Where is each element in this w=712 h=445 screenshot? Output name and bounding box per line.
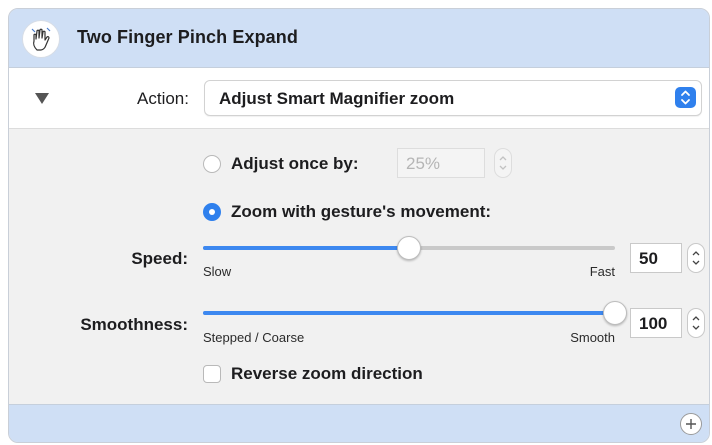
smoothness-label: Smoothness:	[80, 315, 188, 334]
smoothness-slider-thumb[interactable]	[603, 301, 627, 325]
speed-slider-fill	[203, 246, 409, 250]
speed-value: 50	[639, 249, 658, 268]
smoothness-min-label: Stepped / Coarse	[203, 330, 305, 345]
gesture-panel: Two Finger Pinch Expand Action: Adjust S…	[8, 8, 710, 443]
speed-field[interactable]: 50	[630, 243, 682, 273]
speed-min-label: Slow	[203, 264, 232, 279]
action-selected-value: Adjust Smart Magnifier zoom	[219, 89, 455, 108]
action-row: Action: Adjust Smart Magnifier zoom	[9, 68, 709, 129]
smoothness-field[interactable]: 100	[630, 308, 682, 338]
gesture-header[interactable]: Two Finger Pinch Expand	[9, 9, 709, 68]
adjust-once-stepper[interactable]	[494, 148, 512, 178]
smoothness-slider-track[interactable]	[203, 311, 615, 315]
reverse-zoom-checkbox[interactable]	[203, 365, 221, 383]
adjust-once-value: 25%	[406, 154, 441, 173]
disclosure-triangle-icon[interactable]	[35, 93, 49, 104]
action-label: Action:	[137, 89, 189, 108]
reverse-zoom-label: Reverse zoom direction	[231, 364, 423, 383]
gesture-title: Two Finger Pinch Expand	[77, 27, 298, 47]
smoothness-stepper[interactable]	[687, 308, 705, 338]
panel-footer	[9, 404, 709, 442]
action-popup[interactable]: Adjust Smart Magnifier zoom	[204, 80, 702, 116]
speed-slider-thumb[interactable]	[397, 236, 421, 260]
plus-icon[interactable]	[680, 413, 702, 435]
smoothness-max-label: Smooth	[570, 330, 615, 345]
smoothness-value: 100	[639, 314, 668, 333]
hand-pinch-icon	[22, 20, 60, 58]
speed-label: Speed:	[131, 249, 188, 268]
adjust-once-field[interactable]: 25%	[397, 148, 485, 178]
smoothness-slider-fill	[203, 311, 615, 315]
speed-max-label: Fast	[589, 264, 615, 279]
adjust-once-label: Adjust once by:	[231, 154, 359, 173]
zoom-with-gesture-label: Zoom with gesture's movement:	[231, 202, 492, 221]
zoom-with-gesture-radio[interactable]	[203, 203, 221, 221]
adjust-once-radio[interactable]	[203, 155, 221, 173]
chevron-up-down-icon[interactable]	[675, 87, 696, 108]
speed-stepper[interactable]	[687, 243, 705, 273]
